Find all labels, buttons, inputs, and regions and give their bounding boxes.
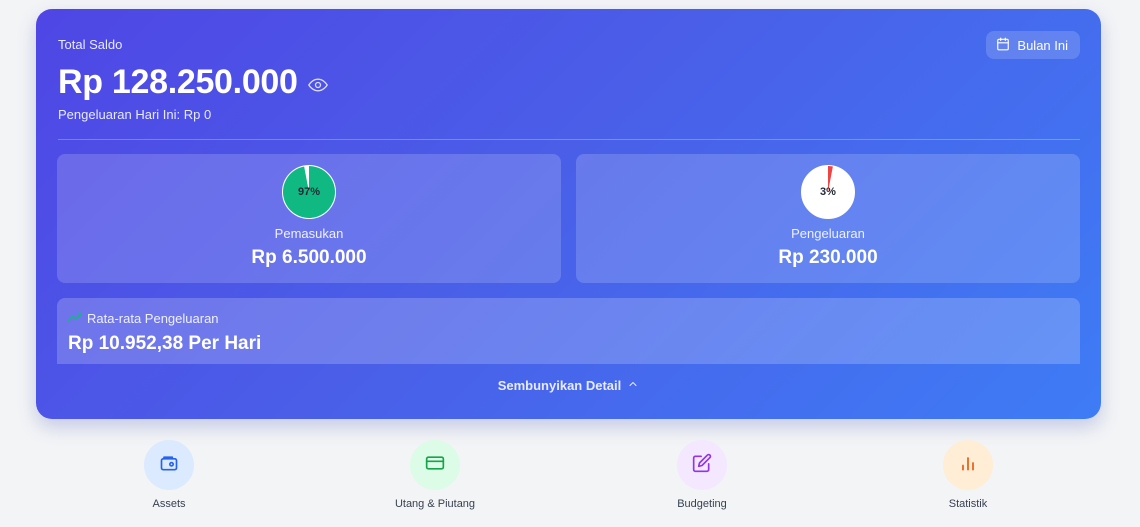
eye-icon[interactable]: [307, 75, 328, 95]
today-expense: Pengeluaran Hari Ini: Rp 0: [58, 107, 212, 122]
calendar-icon: [996, 37, 1010, 54]
expense-percent: 3%: [820, 186, 836, 198]
expense-card: 3% Pengeluaran Rp 230.000: [576, 154, 1080, 283]
quick-action-label: Budgeting: [677, 498, 727, 510]
budgeting-icon-circle[interactable]: [677, 440, 727, 490]
trending-up-icon: [67, 310, 83, 327]
hide-details-button[interactable]: Sembunyikan Detail: [36, 378, 1101, 393]
hide-details-label: Sembunyikan Detail: [497, 378, 622, 393]
income-percent: 97%: [297, 186, 321, 198]
average-expense-label: Rata-rata Pengeluaran: [87, 311, 219, 326]
average-expense-value: Rp 10.952,38 Per Hari: [68, 333, 262, 354]
quick-action-budgeting[interactable]: Budgeting: [642, 440, 762, 510]
statistics-icon-circle[interactable]: [943, 440, 993, 490]
balance-card: Total Saldo Bulan Ini Rp 128.250.000 Pen…: [36, 9, 1101, 419]
quick-action-assets[interactable]: Assets: [109, 440, 229, 510]
bar-chart-icon: [958, 453, 978, 478]
quick-action-label: Utang & Piutang: [394, 498, 476, 510]
expense-value: Rp 230.000: [778, 247, 878, 268]
income-card: 97% Pemasukan Rp 6.500.000: [57, 154, 561, 283]
wallet-icon: [159, 453, 179, 478]
edit-icon: [692, 453, 712, 478]
period-button-label: Bulan Ini: [1017, 37, 1068, 53]
credit-card-icon: [425, 453, 445, 478]
chevron-up-icon: [627, 378, 639, 393]
income-value: Rp 6.500.000: [251, 247, 367, 268]
quick-action-label: Statistik: [948, 498, 988, 510]
quick-action-label: Assets: [152, 498, 186, 510]
quick-action-debts[interactable]: Utang & Piutang: [375, 440, 495, 510]
period-button[interactable]: Bulan Ini: [986, 31, 1080, 59]
total-balance-label: Total Saldo: [58, 37, 123, 52]
quick-action-statistics[interactable]: Statistik: [908, 440, 1028, 510]
expense-label: Pengeluaran: [791, 226, 865, 241]
debts-icon-circle[interactable]: [410, 440, 460, 490]
assets-icon-circle[interactable]: [144, 440, 194, 490]
income-label: Pemasukan: [274, 226, 344, 241]
divider: [58, 139, 1080, 140]
expense-pie-chart: 3%: [800, 164, 856, 220]
total-balance-value: Rp 128.250.000: [58, 63, 298, 101]
average-expense-card: Rata-rata Pengeluaran Rp 10.952,38 Per H…: [57, 298, 1080, 364]
income-pie-chart: 97%: [281, 164, 337, 220]
